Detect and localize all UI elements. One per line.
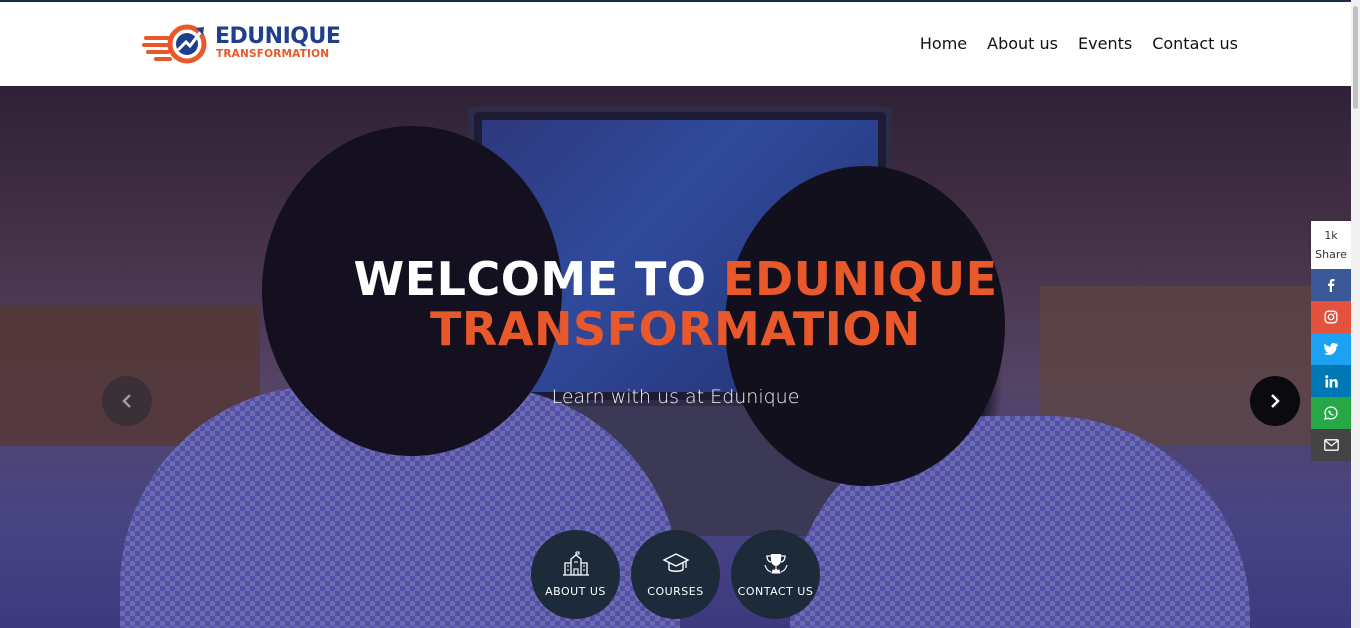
chevron-right-icon (1271, 394, 1280, 408)
linkedin-icon (1324, 374, 1338, 387)
hero-title-brand: EDUNIQUE (723, 252, 998, 306)
carousel-prev-button[interactable] (102, 376, 152, 426)
social-share-bar: 1k Share (1311, 221, 1351, 461)
instagram-icon (1324, 310, 1338, 324)
site-logo[interactable]: EDUNIQUE TRANSFORMATION (142, 22, 342, 66)
nav-home[interactable]: Home (920, 33, 967, 55)
share-facebook-button[interactable] (1311, 269, 1351, 301)
carousel-next-button[interactable] (1250, 376, 1300, 426)
trophy-icon (763, 554, 788, 574)
quick-link-courses[interactable]: COURSES (631, 530, 720, 619)
quick-link-contact-us[interactable]: CONTACT US (731, 530, 820, 619)
hero-title-brand-line2: TRANSFORMATION (430, 302, 921, 356)
graduation-cap-icon (661, 553, 690, 572)
envelope-icon (1323, 439, 1339, 451)
chevron-left-icon (122, 394, 131, 408)
share-count: 1k (1324, 229, 1338, 242)
quick-link-courses-label: COURSES (647, 585, 704, 598)
site-header: EDUNIQUE TRANSFORMATION Home About us Ev… (0, 2, 1351, 86)
hero-title: WELCOME TO EDUNIQUE TRANSFORMATION (0, 254, 1351, 354)
page-scrollbar-thumb[interactable] (1353, 6, 1358, 109)
share-instagram-button[interactable] (1311, 301, 1351, 333)
hero-title-white: WELCOME TO (353, 252, 724, 306)
quick-link-about-us-label: ABOUT US (545, 585, 606, 598)
logo-tagline: TRANSFORMATION (216, 48, 330, 60)
logo-wordmark: EDUNIQUE (215, 24, 341, 49)
share-label: Share (1315, 248, 1347, 261)
facebook-icon (1328, 279, 1335, 292)
share-whatsapp-button[interactable] (1311, 397, 1351, 429)
logo-mark-icon (142, 24, 207, 64)
main-nav: Home About us Events Contact us (920, 33, 1238, 55)
school-building-icon (562, 551, 589, 576)
share-linkedin-button[interactable] (1311, 365, 1351, 397)
quick-link-contact-us-label: CONTACT US (737, 585, 814, 598)
nav-about-us[interactable]: About us (987, 33, 1058, 55)
share-counter: 1k Share (1311, 221, 1351, 269)
quick-link-about-us[interactable]: ABOUT US (531, 530, 620, 619)
share-email-button[interactable] (1311, 429, 1351, 461)
hero-carousel: WELCOME TO EDUNIQUE TRANSFORMATION Learn… (0, 86, 1351, 628)
nav-contact-us[interactable]: Contact us (1152, 33, 1238, 55)
share-twitter-button[interactable] (1311, 333, 1351, 365)
twitter-icon (1324, 343, 1338, 355)
quick-links: ABOUT US COURSES CONTACT US (531, 530, 820, 619)
nav-events[interactable]: Events (1078, 33, 1132, 55)
whatsapp-icon (1324, 406, 1338, 420)
hero-subtitle: Learn with us at Edunique (551, 386, 800, 408)
